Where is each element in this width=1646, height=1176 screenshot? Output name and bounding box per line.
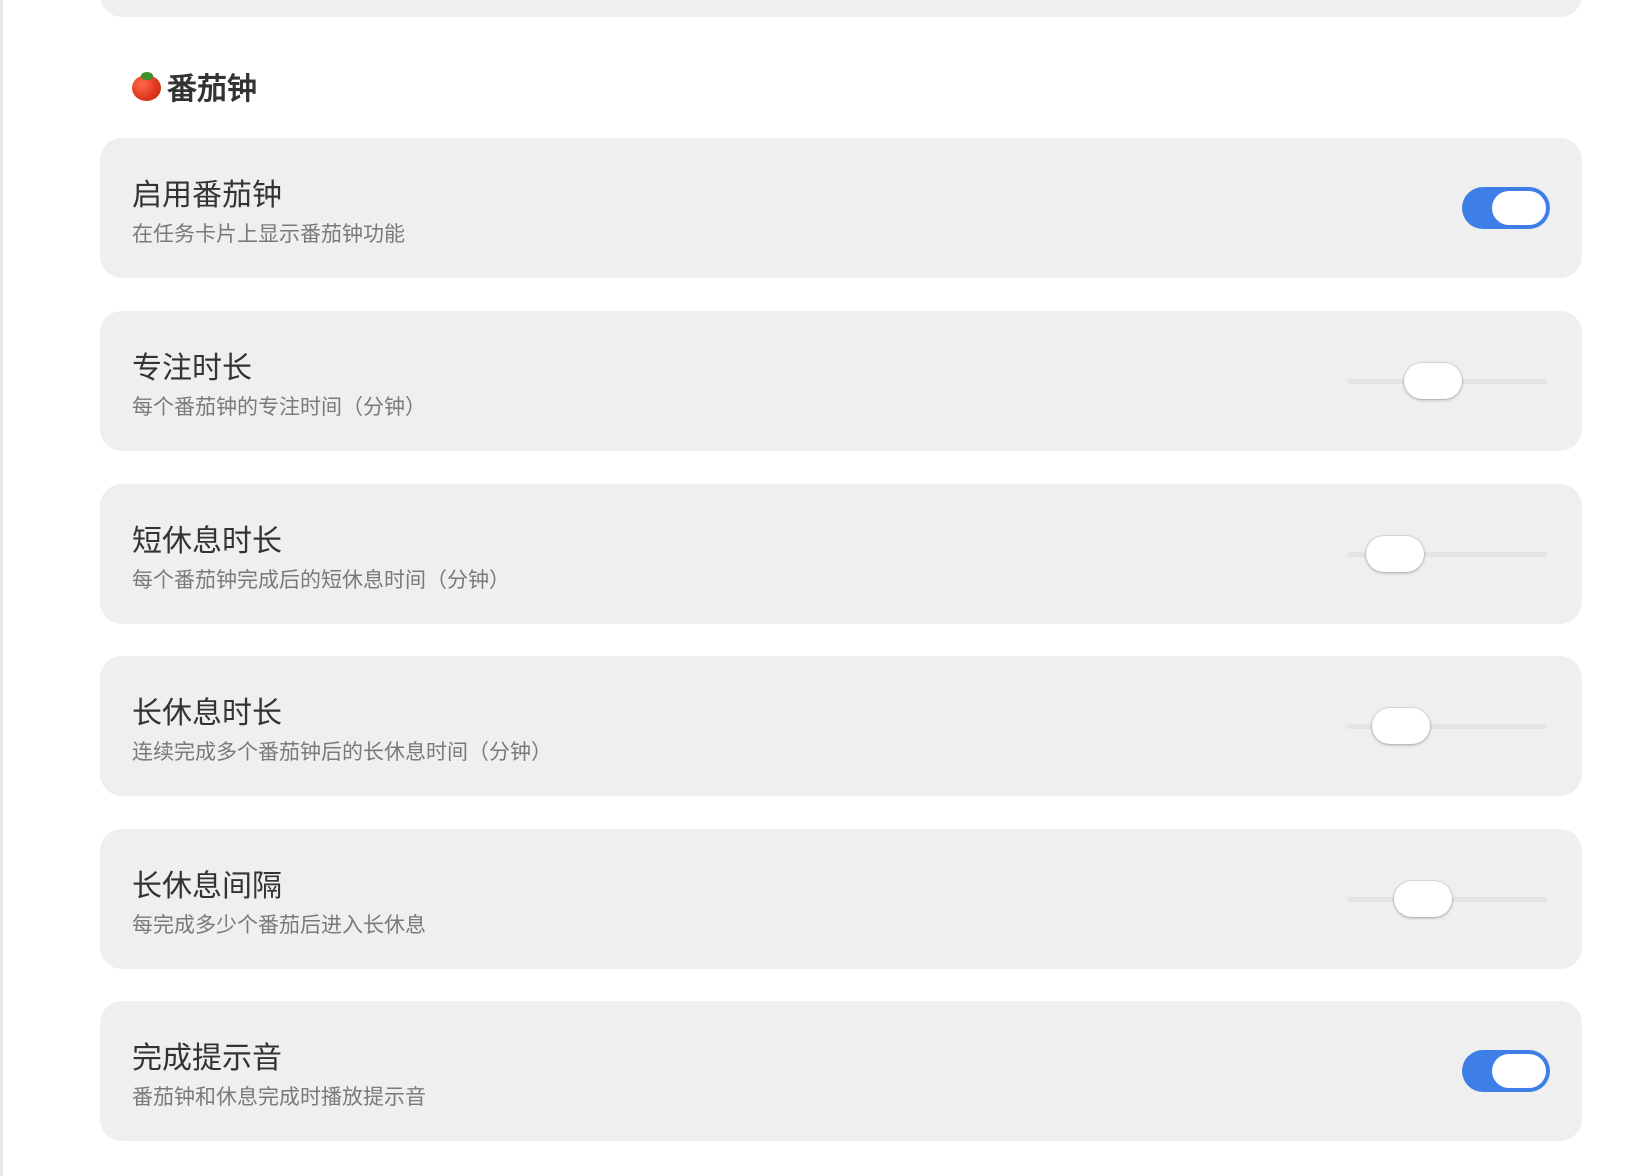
section-heading: 番茄钟: [132, 64, 257, 108]
setting-description: 番茄钟和休息完成时播放提示音: [132, 1085, 426, 1109]
setting-description: 每个番茄钟的专注时间（分钟）: [132, 395, 426, 419]
setting-card-long-break: 长休息时长 连续完成多个番茄钟后的长休息时间（分钟）: [100, 656, 1582, 796]
settings-page: 番茄钟 启用番茄钟 在任务卡片上显示番茄钟功能 专注时长 每个番茄钟的专注时间（…: [0, 0, 1646, 1176]
setting-title: 长休息间隔: [132, 869, 282, 904]
setting-title: 完成提示音: [132, 1041, 282, 1076]
focus-duration-slider[interactable]: [1347, 363, 1547, 399]
toggle-knob: [1492, 191, 1546, 225]
completion-sound-toggle[interactable]: [1462, 1050, 1550, 1092]
setting-card-enable: 启用番茄钟 在任务卡片上显示番茄钟功能: [100, 138, 1582, 278]
slider-thumb[interactable]: [1372, 708, 1430, 744]
enable-pomodoro-toggle[interactable]: [1462, 187, 1550, 229]
setting-description: 连续完成多个番茄钟后的长休息时间（分钟）: [132, 740, 552, 764]
setting-title: 长休息时长: [132, 696, 282, 731]
slider-thumb[interactable]: [1394, 881, 1452, 917]
long-break-interval-slider[interactable]: [1347, 881, 1547, 917]
section-title: 番茄钟: [167, 72, 257, 107]
toggle-knob: [1492, 1054, 1546, 1088]
setting-card-long-break-interval: 长休息间隔 每完成多少个番茄后进入长休息: [100, 829, 1582, 969]
setting-card-sound: 完成提示音 番茄钟和休息完成时播放提示音: [100, 1001, 1582, 1141]
setting-title: 专注时长: [132, 351, 252, 386]
tomato-icon: [132, 71, 161, 101]
previous-setting-card: [100, 0, 1582, 17]
panel-divider: [0, 0, 3, 1176]
setting-card-short-break: 短休息时长 每个番茄钟完成后的短休息时间（分钟）: [100, 484, 1582, 624]
slider-thumb[interactable]: [1366, 536, 1424, 572]
setting-title: 短休息时长: [132, 524, 282, 559]
long-break-slider[interactable]: [1347, 708, 1547, 744]
setting-description: 每完成多少个番茄后进入长休息: [132, 913, 426, 937]
short-break-slider[interactable]: [1347, 536, 1547, 572]
setting-description: 在任务卡片上显示番茄钟功能: [132, 222, 405, 246]
setting-card-focus: 专注时长 每个番茄钟的专注时间（分钟）: [100, 311, 1582, 451]
slider-thumb[interactable]: [1404, 363, 1462, 399]
setting-description: 每个番茄钟完成后的短休息时间（分钟）: [132, 568, 510, 592]
setting-title: 启用番茄钟: [132, 178, 282, 213]
